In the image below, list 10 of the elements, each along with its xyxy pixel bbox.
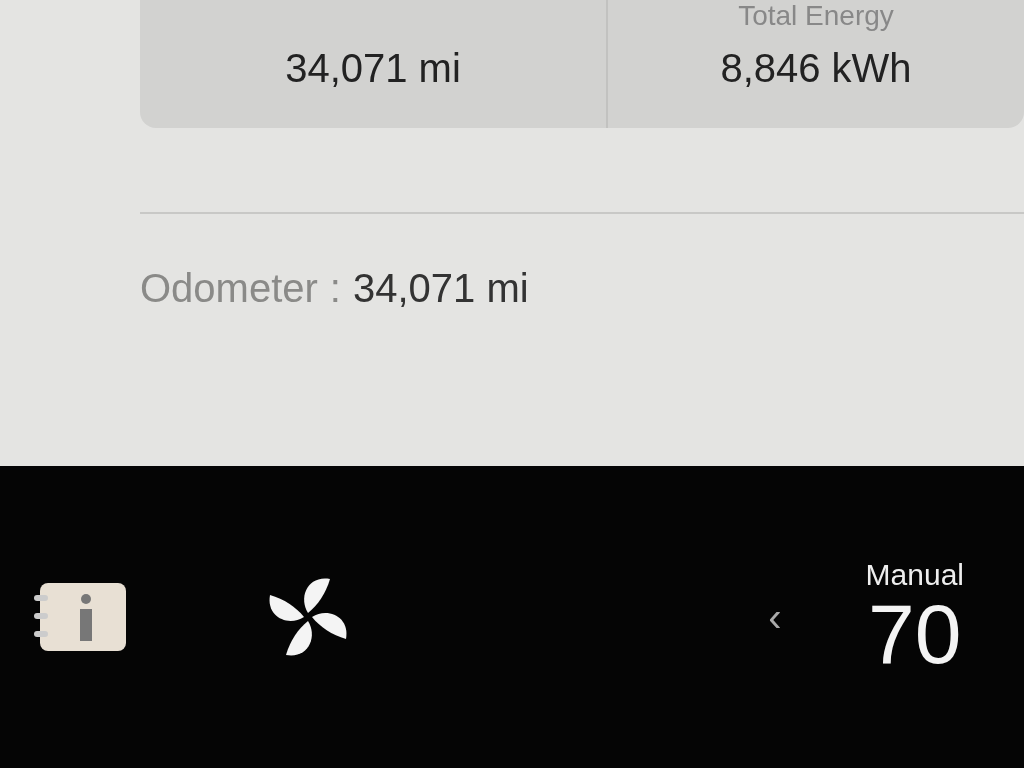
stat-value: 8,846 kWh bbox=[720, 46, 912, 91]
stat-value: 34,071 mi bbox=[285, 46, 461, 91]
notebook-info-icon[interactable] bbox=[32, 581, 128, 653]
temperature-value[interactable]: 70 bbox=[868, 592, 962, 676]
odometer-label: Odometer bbox=[140, 266, 318, 311]
stat-label: Total Energy bbox=[738, 0, 894, 32]
odometer-value: 34,071 mi bbox=[353, 266, 529, 311]
separator: : bbox=[329, 266, 341, 311]
chevron-left-button[interactable]: ‹ bbox=[768, 594, 782, 640]
climate-mode: Manual bbox=[865, 558, 964, 592]
